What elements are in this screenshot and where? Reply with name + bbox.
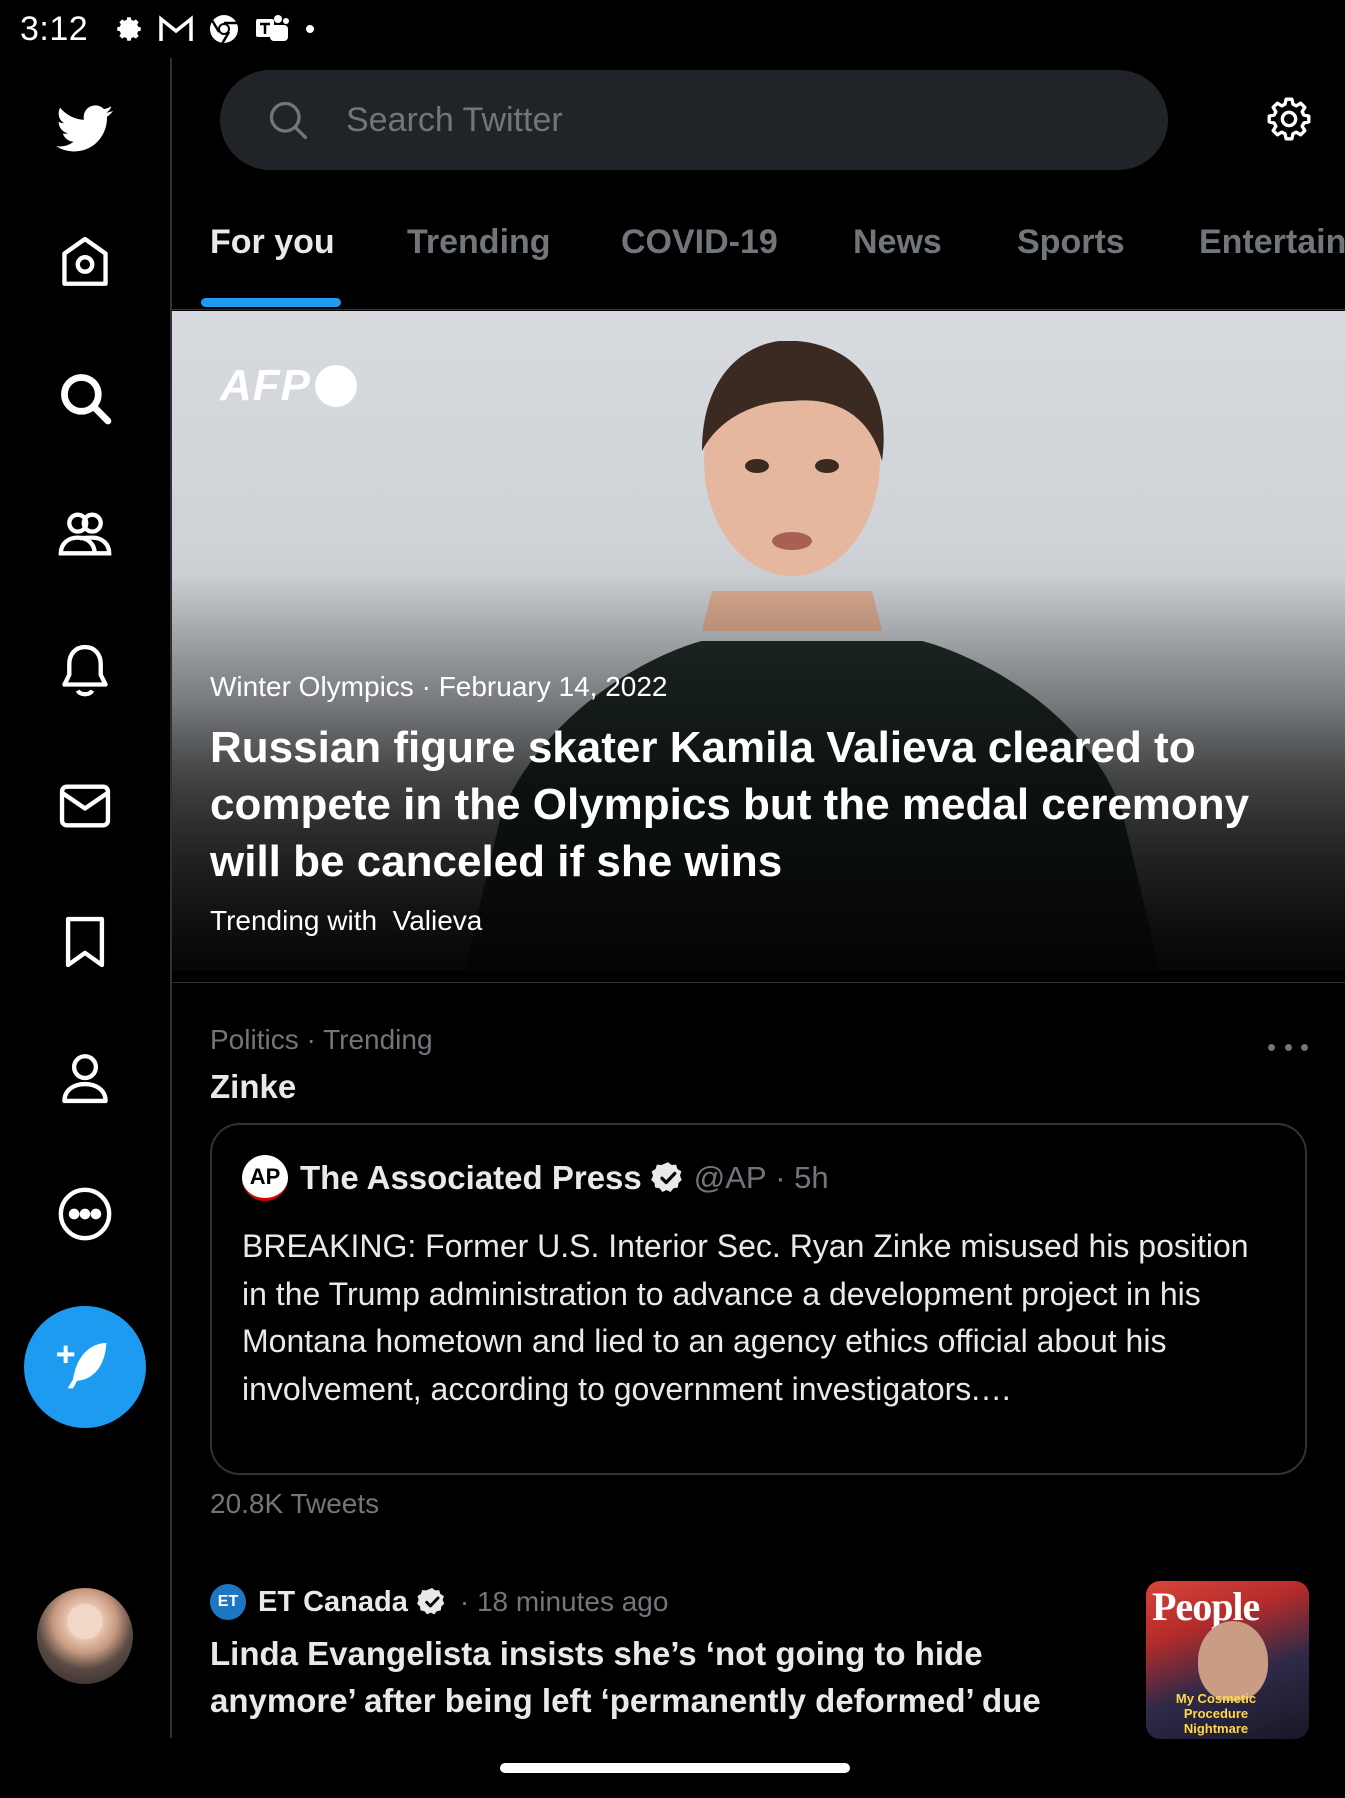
- trend-meta: Politics · Trending: [210, 1024, 433, 1055]
- home-indicator[interactable]: [500, 1763, 850, 1773]
- tab-entertainment[interactable]: Entertain: [1199, 223, 1345, 262]
- settings-icon: [114, 14, 144, 44]
- hero-story[interactable]: AFP Winter Olympics · February 14, 2022 …: [172, 311, 1345, 971]
- news-thumbnail[interactable]: People My Cosmetic Procedure Nightmare: [1146, 1581, 1309, 1739]
- tab-news[interactable]: News: [853, 223, 942, 262]
- quoted-author-name[interactable]: The Associated Press: [300, 1159, 642, 1197]
- afp-logo: AFP: [220, 361, 357, 411]
- verified-badge-icon: [650, 1160, 686, 1196]
- status-icons: [114, 13, 316, 45]
- quoted-tweet-header: AP The Associated Press @AP · 5h: [242, 1155, 829, 1201]
- status-bar: 3:12: [0, 0, 1345, 58]
- trend-title[interactable]: Zinke: [210, 1068, 296, 1106]
- et-canada-logo: ET: [210, 1584, 246, 1620]
- status-time: 3:12: [20, 9, 89, 48]
- quoted-tweet-time: 5h: [794, 1160, 829, 1195]
- hero-headline: Russian figure skater Kamila Valieva cle…: [210, 723, 1250, 886]
- quoted-author-handle: @AP: [693, 1160, 767, 1195]
- twitter-logo-icon[interactable]: [45, 88, 125, 168]
- cover-line: My Cosmetic Procedure Nightmare: [1175, 1691, 1257, 1736]
- news-headline[interactable]: Linda Evangelista insists she’s ‘not goi…: [210, 1630, 1110, 1724]
- hero-category: Winter Olympics: [210, 671, 414, 702]
- quoted-tweet[interactable]: AP The Associated Press @AP · 5h BREAKIN…: [210, 1123, 1307, 1475]
- compose-tweet-button[interactable]: [24, 1306, 146, 1428]
- chrome-icon: [208, 13, 240, 45]
- section-divider: [172, 982, 1345, 983]
- hero-trending-with: Trending with Valieva: [210, 905, 483, 936]
- search-bar[interactable]: [220, 70, 1168, 170]
- tab-sports[interactable]: Sports: [1017, 223, 1125, 262]
- tweet-count: 20.8K Tweets: [210, 1488, 380, 1519]
- settings-gear-icon[interactable]: [1264, 94, 1314, 144]
- search-input[interactable]: [344, 99, 1108, 141]
- more-options-icon[interactable]: [1268, 1032, 1308, 1062]
- news-time: 18 minutes ago: [476, 1586, 669, 1617]
- explore-tabs: For you Trending COVID-19 News Sports En…: [172, 205, 1345, 310]
- news-source-row: ET ET Canada · 18 minutes ago: [210, 1584, 668, 1620]
- tab-covid-19[interactable]: COVID-19: [621, 223, 778, 262]
- hero-trending-term[interactable]: Valieva: [393, 905, 483, 936]
- hero-meta: Winter Olympics · February 14, 2022: [210, 671, 668, 702]
- tab-trending[interactable]: Trending: [407, 223, 551, 262]
- cover-portrait: [1198, 1621, 1268, 1701]
- active-tab-indicator: [201, 298, 341, 307]
- feather-plus-icon: [57, 1343, 107, 1389]
- hero-date: February 14, 2022: [438, 671, 668, 702]
- verified-badge-icon: [416, 1586, 448, 1618]
- gmail-icon: [158, 15, 194, 43]
- profile-icon[interactable]: [45, 1038, 125, 1118]
- quoted-tweet-text: BREAKING: Former U.S. Interior Sec. Ryan…: [242, 1228, 1249, 1407]
- sidebar: [0, 58, 170, 1738]
- ap-logo: AP: [242, 1155, 288, 1201]
- explore-search-icon[interactable]: [45, 358, 125, 438]
- avatar[interactable]: [37, 1588, 133, 1684]
- teams-icon: [254, 13, 290, 45]
- dot-icon: [304, 23, 316, 35]
- search-icon: [266, 98, 310, 142]
- home-icon[interactable]: [45, 222, 125, 302]
- bookmarks-icon[interactable]: [45, 902, 125, 982]
- messages-envelope-icon[interactable]: [45, 766, 125, 846]
- notifications-bell-icon[interactable]: [45, 630, 125, 710]
- more-icon[interactable]: [45, 1174, 125, 1254]
- communities-icon[interactable]: [45, 494, 125, 574]
- news-source-name[interactable]: ET Canada: [258, 1586, 408, 1619]
- tab-for-you[interactable]: For you: [210, 223, 335, 262]
